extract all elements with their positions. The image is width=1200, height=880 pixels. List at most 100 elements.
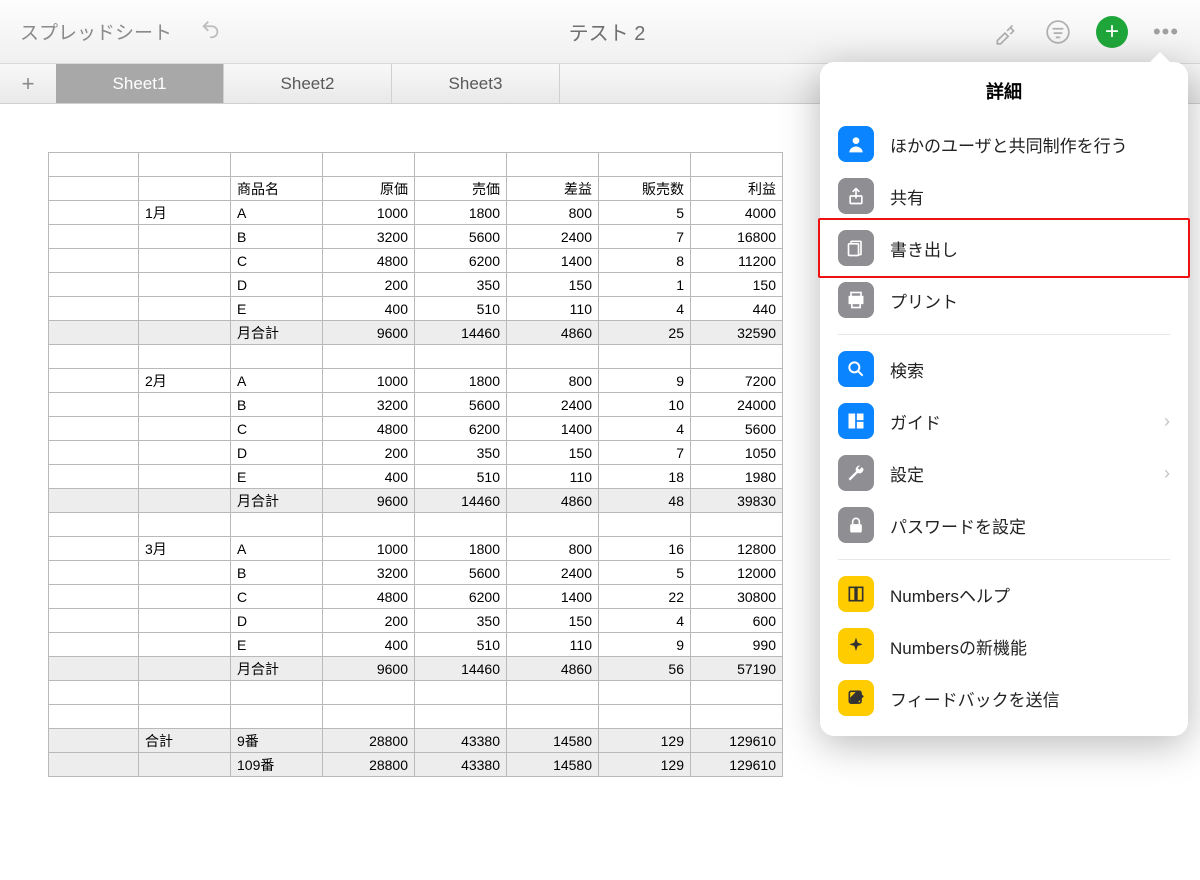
cell[interactable] bbox=[507, 705, 599, 729]
column-header[interactable]: 原価 bbox=[323, 177, 415, 201]
cell[interactable] bbox=[139, 249, 231, 273]
cell[interactable] bbox=[139, 753, 231, 777]
cell[interactable] bbox=[49, 609, 139, 633]
cell[interactable] bbox=[507, 153, 599, 177]
cell[interactable]: 9600 bbox=[323, 321, 415, 345]
cell[interactable]: 14460 bbox=[415, 489, 507, 513]
cell[interactable]: A bbox=[231, 369, 323, 393]
cell[interactable]: 4 bbox=[599, 609, 691, 633]
cell[interactable]: 6200 bbox=[415, 249, 507, 273]
menu-item-collaborate[interactable]: ほかのユーザと共同制作を行う bbox=[820, 118, 1188, 170]
cell[interactable]: 110 bbox=[507, 297, 599, 321]
cell[interactable] bbox=[507, 345, 599, 369]
cell[interactable] bbox=[49, 321, 139, 345]
cell[interactable]: 1980 bbox=[691, 465, 783, 489]
cell[interactable]: 9番 bbox=[231, 729, 323, 753]
cell[interactable]: 1月 bbox=[139, 201, 231, 225]
cell[interactable]: 9 bbox=[599, 369, 691, 393]
cell[interactable]: C bbox=[231, 585, 323, 609]
cell[interactable]: 30800 bbox=[691, 585, 783, 609]
back-button[interactable]: スプレッドシート bbox=[20, 18, 172, 45]
cell[interactable] bbox=[49, 537, 139, 561]
cell[interactable]: 1400 bbox=[507, 417, 599, 441]
cell[interactable] bbox=[323, 681, 415, 705]
cell[interactable] bbox=[323, 153, 415, 177]
cell[interactable]: 5600 bbox=[415, 393, 507, 417]
cell[interactable] bbox=[49, 561, 139, 585]
cell[interactable]: 48 bbox=[599, 489, 691, 513]
cell[interactable]: 350 bbox=[415, 441, 507, 465]
cell[interactable] bbox=[415, 345, 507, 369]
cell[interactable]: 4800 bbox=[323, 249, 415, 273]
cell[interactable]: 16 bbox=[599, 537, 691, 561]
cell[interactable]: 22 bbox=[599, 585, 691, 609]
cell[interactable]: B bbox=[231, 561, 323, 585]
cell[interactable] bbox=[415, 681, 507, 705]
cell[interactable]: 800 bbox=[507, 537, 599, 561]
cell[interactable] bbox=[599, 513, 691, 537]
cell[interactable]: 800 bbox=[507, 369, 599, 393]
cell[interactable] bbox=[415, 705, 507, 729]
cell[interactable]: 150 bbox=[507, 273, 599, 297]
cell[interactable]: 400 bbox=[323, 297, 415, 321]
cell[interactable] bbox=[139, 153, 231, 177]
cell[interactable]: 9 bbox=[599, 633, 691, 657]
cell[interactable]: 1400 bbox=[507, 585, 599, 609]
cell[interactable]: 1050 bbox=[691, 441, 783, 465]
column-header[interactable]: 利益 bbox=[691, 177, 783, 201]
cell[interactable]: D bbox=[231, 273, 323, 297]
cell[interactable] bbox=[139, 657, 231, 681]
cell[interactable]: 1000 bbox=[323, 201, 415, 225]
cell[interactable]: 5600 bbox=[415, 561, 507, 585]
cell[interactable] bbox=[139, 297, 231, 321]
cell[interactable] bbox=[323, 513, 415, 537]
cell[interactable]: 5600 bbox=[691, 417, 783, 441]
cell[interactable]: 150 bbox=[691, 273, 783, 297]
cell[interactable] bbox=[139, 681, 231, 705]
cell[interactable] bbox=[691, 513, 783, 537]
column-header[interactable]: 販売数 bbox=[599, 177, 691, 201]
cell[interactable]: 1400 bbox=[507, 249, 599, 273]
cell[interactable]: 4860 bbox=[507, 321, 599, 345]
cell[interactable]: C bbox=[231, 249, 323, 273]
cell[interactable]: 440 bbox=[691, 297, 783, 321]
cell[interactable] bbox=[49, 345, 139, 369]
cell[interactable] bbox=[49, 273, 139, 297]
cell[interactable]: 1800 bbox=[415, 537, 507, 561]
menu-item-share[interactable]: 共有 bbox=[820, 170, 1188, 222]
cell[interactable] bbox=[231, 513, 323, 537]
cell[interactable] bbox=[49, 201, 139, 225]
cell[interactable] bbox=[139, 633, 231, 657]
cell[interactable]: 510 bbox=[415, 633, 507, 657]
cell[interactable] bbox=[49, 705, 139, 729]
cell[interactable]: 10 bbox=[599, 393, 691, 417]
cell[interactable] bbox=[49, 585, 139, 609]
menu-item-feedback[interactable]: フィードバックを送信 bbox=[820, 672, 1188, 724]
cell[interactable]: C bbox=[231, 417, 323, 441]
cell[interactable]: 12800 bbox=[691, 537, 783, 561]
cell[interactable]: 合計 bbox=[139, 729, 231, 753]
menu-item-print[interactable]: プリント bbox=[820, 274, 1188, 326]
cell[interactable]: 43380 bbox=[415, 753, 507, 777]
menu-item-password[interactable]: パスワードを設定 bbox=[820, 499, 1188, 551]
spreadsheet-table[interactable]: 商品名原価売価差益販売数利益1月A1000180080054000B320056… bbox=[48, 152, 783, 777]
menu-item-settings[interactable]: 設定› bbox=[820, 447, 1188, 499]
cell[interactable]: 600 bbox=[691, 609, 783, 633]
menu-item-guides[interactable]: ガイド› bbox=[820, 395, 1188, 447]
undo-button[interactable] bbox=[200, 18, 222, 46]
cell[interactable] bbox=[49, 249, 139, 273]
cell[interactable]: E bbox=[231, 297, 323, 321]
cell[interactable] bbox=[139, 609, 231, 633]
cell[interactable] bbox=[49, 225, 139, 249]
cell[interactable]: 18 bbox=[599, 465, 691, 489]
cell[interactable] bbox=[139, 441, 231, 465]
add-button[interactable]: + bbox=[1096, 16, 1128, 48]
cell[interactable]: 11200 bbox=[691, 249, 783, 273]
cell[interactable]: 14580 bbox=[507, 753, 599, 777]
cell[interactable]: 1 bbox=[599, 273, 691, 297]
cell[interactable]: 28800 bbox=[323, 753, 415, 777]
cell[interactable] bbox=[507, 513, 599, 537]
cell[interactable]: B bbox=[231, 393, 323, 417]
column-header[interactable]: 商品名 bbox=[231, 177, 323, 201]
cell[interactable]: 5 bbox=[599, 201, 691, 225]
